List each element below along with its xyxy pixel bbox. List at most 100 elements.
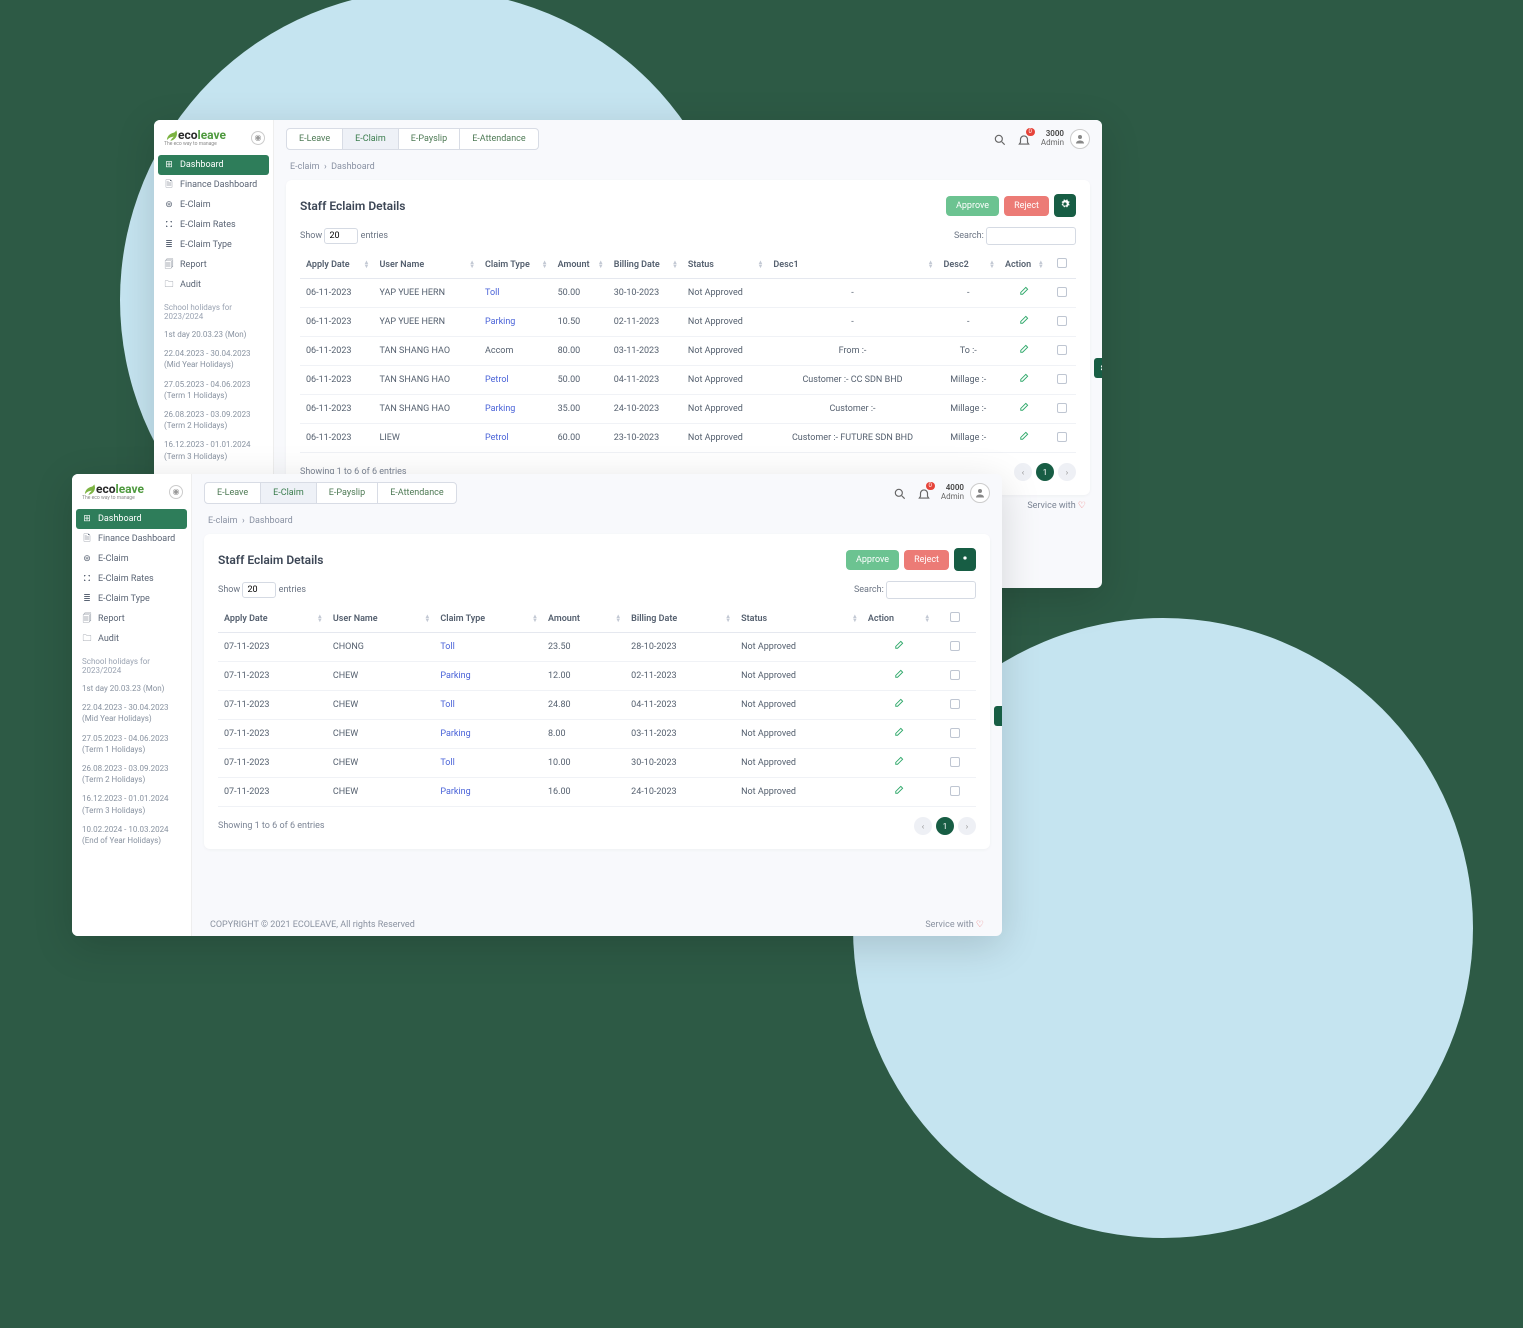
- tab-e-claim[interactable]: E-Claim: [261, 483, 317, 503]
- col-apply-date[interactable]: Apply Date▲▼: [300, 251, 373, 279]
- search-input[interactable]: [886, 581, 976, 599]
- select-all-checkbox[interactable]: [950, 612, 960, 622]
- row-checkbox[interactable]: [950, 670, 960, 680]
- tab-e-leave[interactable]: E-Leave: [287, 129, 343, 149]
- sidebar-item-dashboard[interactable]: ⊞Dashboard: [158, 155, 269, 175]
- claim-link[interactable]: Toll: [440, 700, 454, 710]
- row-checkbox[interactable]: [950, 728, 960, 738]
- page-next[interactable]: ›: [958, 817, 976, 835]
- breadcrumb-root[interactable]: E-claim: [290, 162, 319, 172]
- search-icon[interactable]: [993, 132, 1007, 146]
- bell-icon[interactable]: 0: [1017, 132, 1031, 146]
- row-checkbox[interactable]: [1057, 374, 1067, 384]
- sidebar-item-audit[interactable]: 🗀Audit: [154, 275, 273, 295]
- col-user-name[interactable]: User Name▲▼: [373, 251, 479, 279]
- tab-e-payslip[interactable]: E-Payslip: [399, 129, 460, 149]
- page-next[interactable]: ›: [1058, 463, 1076, 481]
- edit-icon[interactable]: [893, 644, 904, 654]
- col-claim-type[interactable]: Claim Type▲▼: [479, 251, 552, 279]
- sidebar-item-e-claim-type[interactable]: ≣E-Claim Type: [72, 589, 191, 609]
- col-desc1[interactable]: Desc1▲▼: [767, 251, 937, 279]
- claim-link[interactable]: Toll: [440, 758, 454, 768]
- edit-icon[interactable]: [1018, 435, 1029, 445]
- page-1[interactable]: 1: [1036, 463, 1054, 481]
- claim-link[interactable]: Parking: [440, 671, 470, 681]
- sidebar-item-report[interactable]: 🗐Report: [154, 255, 273, 275]
- tab-e-attendance[interactable]: E-Attendance: [460, 129, 537, 149]
- user-menu[interactable]: 3000 Admin: [1041, 129, 1090, 149]
- edit-icon[interactable]: [1018, 406, 1029, 416]
- edit-icon[interactable]: [893, 789, 904, 799]
- sidebar-item-e-claim-rates[interactable]: ⛚E-Claim Rates: [72, 569, 191, 589]
- sidebar-item-e-claim-rates[interactable]: ⛚E-Claim Rates: [154, 215, 273, 235]
- edit-icon[interactable]: [1018, 377, 1029, 387]
- user-menu[interactable]: 4000 Admin: [941, 483, 990, 503]
- row-checkbox[interactable]: [1057, 316, 1067, 326]
- tab-e-leave[interactable]: E-Leave: [205, 483, 261, 503]
- col-status[interactable]: Status▲▼: [735, 605, 862, 633]
- search-icon[interactable]: [893, 486, 907, 500]
- sidebar-item-audit[interactable]: 🗀Audit: [72, 629, 191, 649]
- tab-e-attendance[interactable]: E-Attendance: [378, 483, 455, 503]
- sidebar-item-report[interactable]: 🗐Report: [72, 609, 191, 629]
- claim-link[interactable]: Parking: [485, 317, 515, 327]
- approve-button[interactable]: Approve: [946, 196, 999, 216]
- sidebar-item-e-claim[interactable]: ⊛E-Claim: [154, 195, 273, 215]
- claim-link[interactable]: Parking: [440, 787, 470, 797]
- page-prev[interactable]: ‹: [914, 817, 932, 835]
- approve-button[interactable]: Approve: [846, 550, 899, 570]
- row-checkbox[interactable]: [950, 699, 960, 709]
- col-amount[interactable]: Amount▲▼: [542, 605, 625, 633]
- col-claim-type[interactable]: Claim Type▲▼: [434, 605, 542, 633]
- edit-icon[interactable]: [1018, 319, 1029, 329]
- reject-button[interactable]: Reject: [1004, 196, 1049, 216]
- sidebar-collapse-button[interactable]: ◉: [169, 485, 183, 499]
- sidebar-item-finance-dashboard[interactable]: 🗎Finance Dashboard: [154, 175, 273, 195]
- col-user-name[interactable]: User Name▲▼: [327, 605, 434, 633]
- edit-icon[interactable]: [893, 702, 904, 712]
- sidebar-collapse-button[interactable]: ◉: [251, 131, 265, 145]
- settings-button[interactable]: [954, 548, 976, 571]
- sidebar-item-finance-dashboard[interactable]: 🗎Finance Dashboard: [72, 529, 191, 549]
- page-1[interactable]: 1: [936, 817, 954, 835]
- float-settings-button[interactable]: [994, 706, 1002, 726]
- sidebar-item-e-claim-type[interactable]: ≣E-Claim Type: [154, 235, 273, 255]
- edit-icon[interactable]: [893, 731, 904, 741]
- sidebar-item-dashboard[interactable]: ⊞Dashboard: [76, 509, 187, 529]
- claim-link[interactable]: Toll: [440, 642, 454, 652]
- edit-icon[interactable]: [1018, 348, 1029, 358]
- col-desc2[interactable]: Desc2▲▼: [938, 251, 999, 279]
- col-billing-date[interactable]: Billing Date▲▼: [608, 251, 682, 279]
- col-status[interactable]: Status▲▼: [682, 251, 768, 279]
- entries-select[interactable]: [324, 228, 358, 244]
- claim-link[interactable]: Toll: [485, 288, 499, 298]
- row-checkbox[interactable]: [950, 786, 960, 796]
- row-checkbox[interactable]: [1057, 345, 1067, 355]
- col-apply-date[interactable]: Apply Date▲▼: [218, 605, 327, 633]
- col-action[interactable]: Action▲▼: [862, 605, 934, 633]
- page-prev[interactable]: ‹: [1014, 463, 1032, 481]
- col-billing-date[interactable]: Billing Date▲▼: [625, 605, 735, 633]
- claim-link[interactable]: Petrol: [485, 433, 509, 443]
- row-checkbox[interactable]: [1057, 403, 1067, 413]
- edit-icon[interactable]: [1018, 290, 1029, 300]
- bell-icon[interactable]: 0: [917, 486, 931, 500]
- row-checkbox[interactable]: [1057, 432, 1067, 442]
- float-settings-button[interactable]: [1094, 358, 1102, 378]
- row-checkbox[interactable]: [950, 757, 960, 767]
- edit-icon[interactable]: [893, 673, 904, 683]
- reject-button[interactable]: Reject: [904, 550, 949, 570]
- sidebar-item-e-claim[interactable]: ⊛E-Claim: [72, 549, 191, 569]
- edit-icon[interactable]: [893, 760, 904, 770]
- breadcrumb-root[interactable]: E-claim: [208, 516, 237, 526]
- col-action[interactable]: Action▲▼: [999, 251, 1048, 279]
- select-all-checkbox[interactable]: [1057, 258, 1067, 268]
- entries-select[interactable]: [242, 582, 276, 598]
- tab-e-claim[interactable]: E-Claim: [343, 129, 399, 149]
- col-amount[interactable]: Amount▲▼: [552, 251, 608, 279]
- search-input[interactable]: [986, 227, 1076, 245]
- tab-e-payslip[interactable]: E-Payslip: [317, 483, 378, 503]
- row-checkbox[interactable]: [1057, 287, 1067, 297]
- claim-link[interactable]: Parking: [440, 729, 470, 739]
- claim-link[interactable]: Parking: [485, 404, 515, 414]
